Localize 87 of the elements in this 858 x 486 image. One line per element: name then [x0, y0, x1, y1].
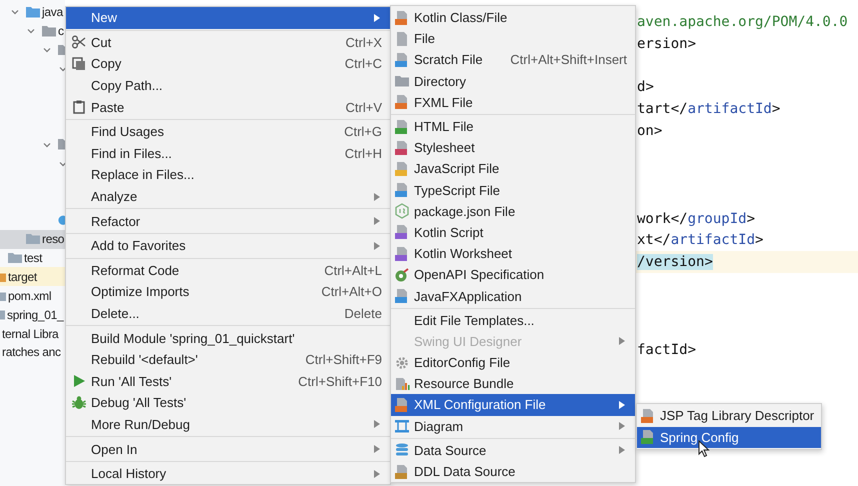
file-icon — [394, 288, 410, 304]
tree-item[interactable]: java — [42, 5, 63, 20]
code-line: d> — [637, 79, 654, 96]
menu-item[interactable]: Cut Ctrl+X — [66, 32, 390, 54]
code-line: factId> — [637, 342, 696, 358]
menu-item[interactable]: Run 'All Tests' Ctrl+Shift+F10 — [66, 370, 390, 392]
diagram-icon — [394, 418, 410, 434]
menu-item[interactable]: package.json File — [391, 200, 635, 222]
tree-item[interactable]: c — [58, 24, 64, 38]
scissors-icon — [71, 34, 87, 50]
menu-item[interactable]: Reformat Code Ctrl+Alt+L — [66, 260, 390, 282]
menu-item[interactable]: Optimize Imports Ctrl+Alt+O — [66, 281, 390, 303]
menu-item[interactable]: Build Module 'spring_01_quickstart' — [66, 327, 390, 349]
menu-item[interactable]: Kotlin Class/File — [391, 7, 635, 28]
menu-item[interactable]: Stylesheet — [391, 137, 635, 158]
menu-item[interactable]: File — [391, 28, 635, 50]
menu-item[interactable]: New — [66, 7, 390, 29]
menu-item[interactable]: OpenAPI Specification — [391, 264, 635, 286]
file-icon — [394, 160, 410, 177]
code-line: work</groupId> — [637, 210, 756, 227]
tree-item[interactable]: test — [24, 251, 42, 266]
menu-item[interactable]: JSP Tag Library Descriptor — [637, 405, 821, 427]
menu-item[interactable]: Directory — [391, 70, 635, 92]
file-icon — [394, 52, 410, 68]
openapi-icon — [394, 266, 410, 283]
menu-item[interactable]: Rebuild '<default>' Ctrl+Shift+F9 — [66, 348, 390, 370]
menu-item[interactable]: Open In — [66, 438, 390, 460]
menu-item[interactable]: Local History — [66, 462, 390, 484]
menu-item[interactable]: Kotlin Script — [391, 222, 635, 244]
file-icon — [394, 246, 410, 262]
menu-item[interactable]: HTML File — [391, 116, 635, 138]
file-icon — [394, 118, 410, 135]
menu-item[interactable]: JavaScript File — [391, 158, 635, 180]
clipboard-icon — [71, 99, 87, 116]
code-line: tart</artifactId> — [637, 101, 780, 118]
copy-icon — [71, 56, 87, 72]
menu-item[interactable]: Diagram — [391, 416, 635, 437]
menu-item[interactable]: JavaFXApplication — [391, 285, 635, 307]
menu-item[interactable]: EditorConfig File — [391, 352, 635, 374]
file-icon — [394, 464, 410, 480]
menu-item[interactable]: Edit File Templates... — [391, 310, 635, 331]
menu-item[interactable]: Copy Ctrl+C — [66, 53, 390, 75]
menu-item[interactable]: Add to Favorites — [66, 234, 390, 257]
code-line: on> — [637, 123, 662, 140]
database-icon — [394, 442, 410, 458]
file-icon — [394, 396, 410, 413]
file-icon — [394, 94, 410, 110]
gear-icon — [394, 354, 410, 371]
menu-item[interactable]: Find Usages Ctrl+G — [66, 120, 390, 143]
menu-item[interactable]: Spring Config — [637, 426, 821, 448]
bug-icon — [71, 394, 87, 411]
menu-item[interactable]: Delete... Delete — [66, 302, 390, 324]
file-icon — [640, 408, 656, 424]
menu-item[interactable]: XML Configuration File — [391, 394, 635, 416]
menu-item[interactable]: More Run/Debug — [66, 414, 390, 436]
package-icon — [42, 26, 56, 37]
tree-item[interactable]: pom.xml — [8, 288, 52, 303]
file-icon — [394, 10, 410, 26]
tree-item[interactable]: ternal Libra — [2, 326, 58, 341]
folder-icon — [394, 73, 410, 90]
menu-item[interactable]: Find in Files... Ctrl+H — [66, 142, 390, 164]
menu-item[interactable]: Resource Bundle — [391, 373, 635, 394]
menu-item[interactable]: Scratch File Ctrl+Alt+Shift+Insert — [391, 49, 635, 71]
menu-item[interactable]: Refactor — [66, 210, 390, 232]
menu-item[interactable]: Kotlin Worksheet — [391, 243, 635, 264]
menu-item[interactable]: TypeScript File — [391, 180, 635, 201]
tree-item[interactable]: spring_01_ — [7, 308, 64, 322]
menu-item[interactable]: Data Source — [391, 440, 635, 461]
file-icon — [394, 140, 410, 156]
file-icon — [394, 30, 410, 47]
menu-item[interactable]: FXML File — [391, 92, 635, 113]
file-icon — [394, 182, 410, 198]
code-line: xt</artifactId> — [637, 232, 764, 248]
file-icon — [640, 429, 656, 446]
menu-item[interactable]: DDL Data Source — [391, 460, 635, 482]
bundle-icon — [394, 376, 410, 392]
code-line: ersion> — [637, 36, 696, 52]
menu-item[interactable]: Analyze — [66, 186, 390, 208]
menu-item[interactable]: Debug 'All Tests' — [66, 392, 390, 414]
menu-item[interactable]: Copy Path... — [66, 74, 390, 96]
code-line: aven.apache.org/POM/4.0.0 — [637, 14, 848, 30]
hexagon-icon — [394, 203, 410, 220]
tree-item[interactable]: ratches anc — [2, 345, 61, 360]
play-icon — [71, 373, 87, 390]
menu-item[interactable]: Replace in Files... — [66, 164, 390, 186]
menu-item[interactable]: Paste Ctrl+V — [66, 96, 390, 118]
file-icon — [394, 224, 410, 240]
